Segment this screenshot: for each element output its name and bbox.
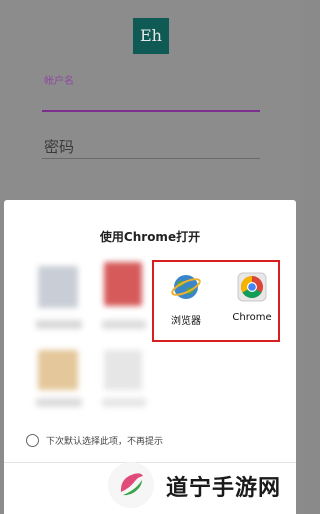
apps-highlight-box <box>152 260 280 342</box>
username-field[interactable] <box>42 110 260 112</box>
app-logo: Eh <box>133 18 169 54</box>
sheet-title: 使用Chrome打开 <box>99 230 201 244</box>
remember-choice-radio[interactable] <box>26 433 39 447</box>
leaf-logo-icon <box>109 463 153 507</box>
remember-choice-label: 下次默认选择此项，不再提示 <box>46 436 164 447</box>
password-field[interactable]: 密码 <box>44 136 74 157</box>
password-underline <box>42 158 260 159</box>
watermark-logo <box>108 462 154 508</box>
watermark-text: 道宁手游网 <box>166 476 282 501</box>
username-label: 帐户名 <box>44 76 74 87</box>
remember-choice-row[interactable]: 下次默认选择此项，不再提示 <box>26 433 163 447</box>
watermark: 道宁手游网 <box>108 462 294 508</box>
